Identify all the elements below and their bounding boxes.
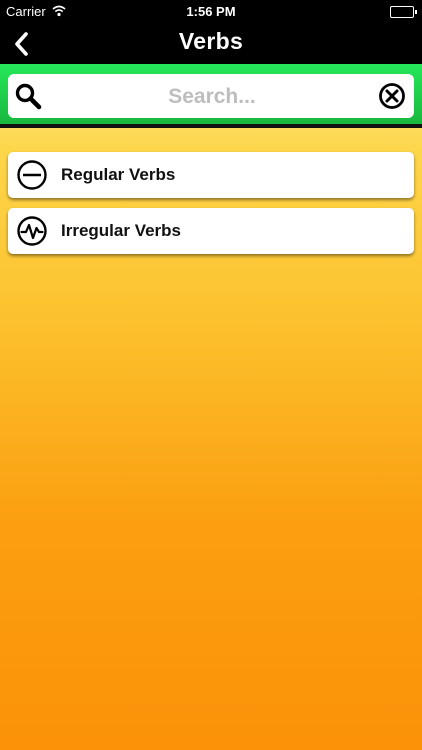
list-item-regular-verbs[interactable]: Regular Verbs	[8, 152, 414, 198]
circle-minus-icon	[17, 160, 47, 190]
search-input[interactable]	[50, 74, 374, 120]
list-item-irregular-verbs[interactable]: Irregular Verbs	[8, 208, 414, 254]
circle-pulse-icon	[17, 216, 47, 246]
list-item-label: Irregular Verbs	[61, 221, 182, 240]
page-title: Verbs	[178, 28, 244, 54]
list-item-label: Regular Verbs	[61, 165, 176, 184]
battery-icon	[390, 6, 417, 18]
search-field	[8, 74, 414, 120]
search-bar	[0, 64, 422, 128]
status-bar: Carrier 1:56 PM	[0, 0, 422, 24]
verb-category-list: Regular Verbs Irregular Verbs	[8, 152, 414, 264]
clear-search-icon[interactable]	[378, 82, 406, 110]
search-icon	[15, 83, 42, 110]
navigation-bar: Verbs	[0, 24, 422, 64]
status-time: 1:56 PM	[186, 4, 236, 19]
